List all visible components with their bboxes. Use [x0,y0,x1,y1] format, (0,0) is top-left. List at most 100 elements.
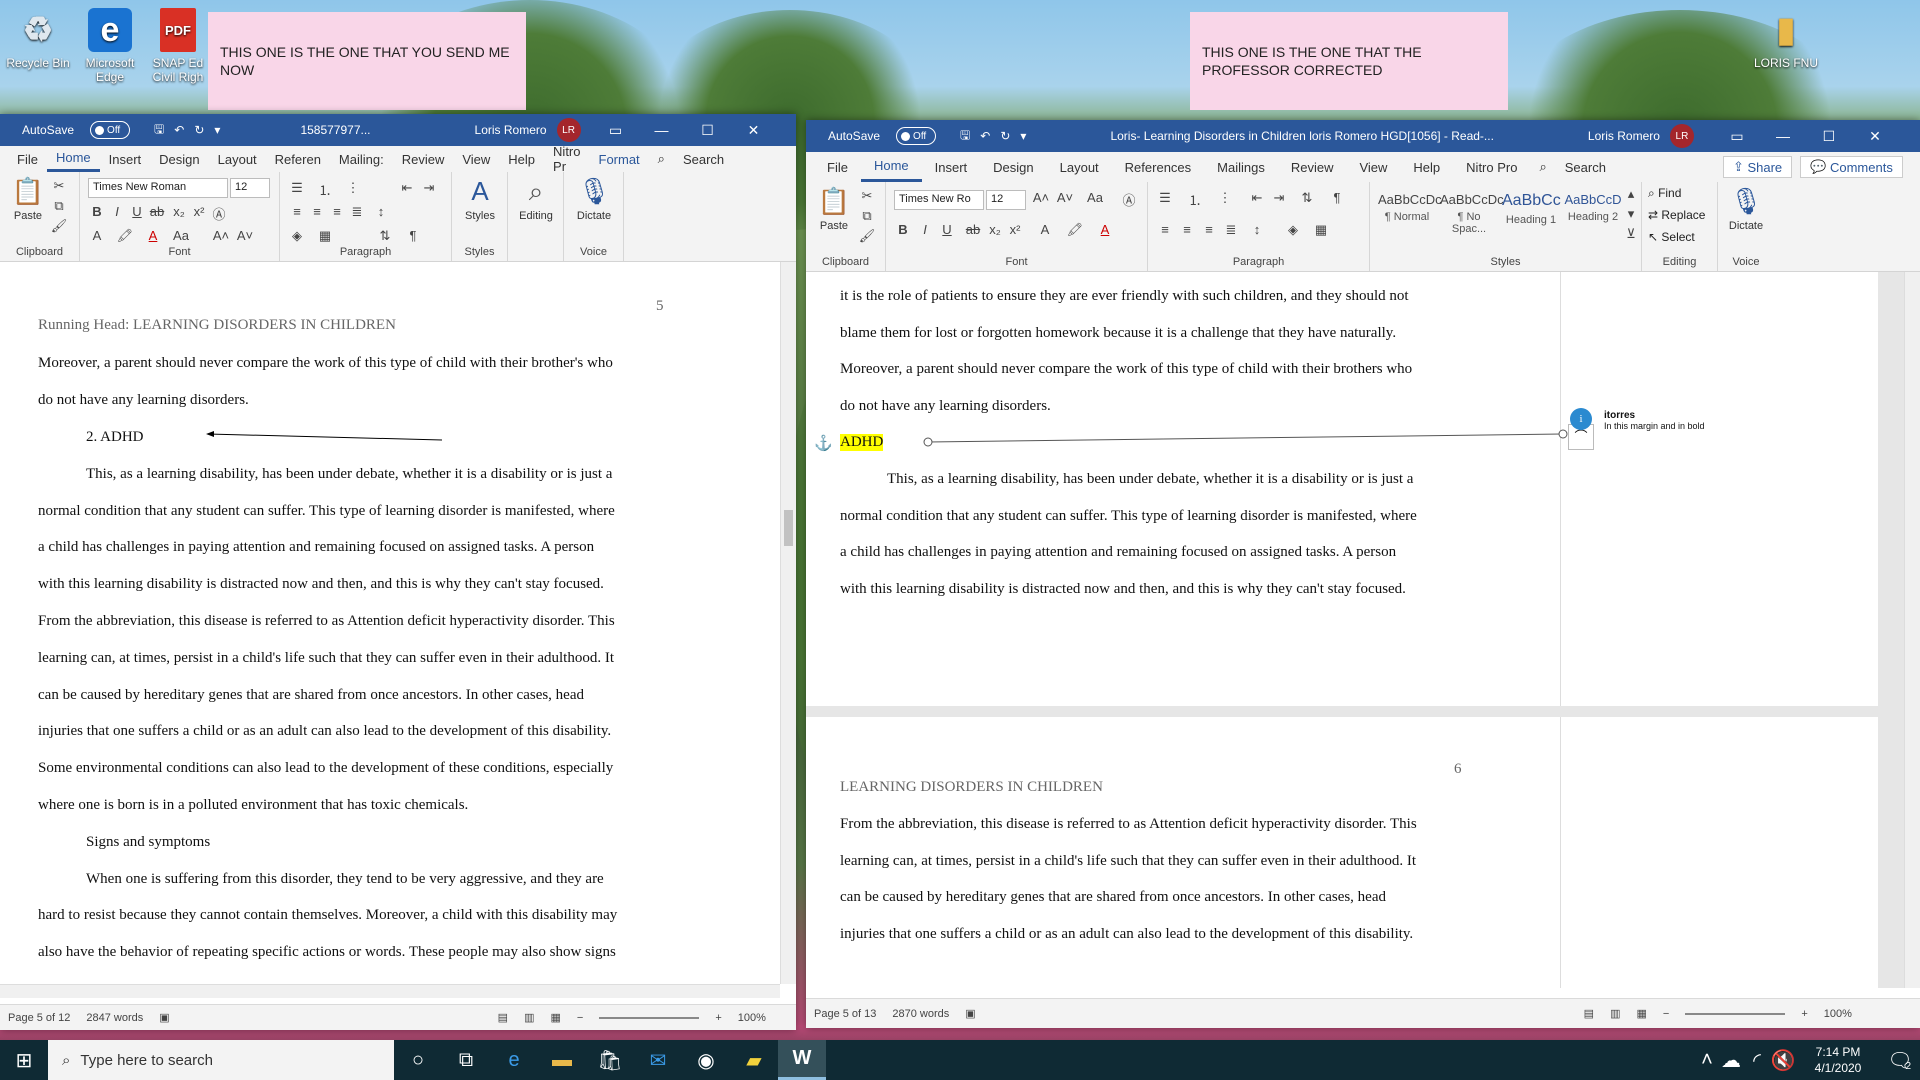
numbering-icon[interactable]: ⒈ [316,180,334,199]
bold-icon[interactable]: B [894,222,912,237]
tab-file[interactable]: File [8,146,47,172]
horizontal-scrollbar[interactable] [0,984,780,998]
word-count[interactable]: 2847 words [86,1012,143,1024]
zoom-slider[interactable] [1685,1012,1786,1015]
dictate-button[interactable]: 🎙 Dictate [1720,186,1772,232]
print-layout-icon[interactable]: ▥ [524,1011,534,1024]
word-count[interactable]: 2870 words [892,1008,949,1020]
autosave-toggle[interactable]: Off [90,121,131,139]
proofing-icon[interactable]: ▣ [965,1007,975,1020]
shrink-font-icon[interactable]: A˅ [1056,190,1074,205]
font-name-box[interactable]: Times New Roman [88,178,228,198]
styles-scroll-up-icon[interactable]: ▴ [1622,186,1640,202]
tab-home[interactable]: Home [860,152,922,182]
close-icon[interactable]: ✕ [1852,120,1898,152]
web-layout-icon[interactable]: ▦ [550,1011,560,1024]
save-icon[interactable]: 🖫 [154,120,164,141]
cut-icon[interactable]: ✂ [50,178,68,194]
vertical-scrollbar[interactable] [780,262,796,984]
tab-references[interactable]: Referen [266,146,330,172]
read-mode-icon[interactable]: ▤ [498,1011,508,1024]
paste-button[interactable]: 📋 Paste [8,176,48,222]
bullets-icon[interactable]: ☰ [288,180,306,196]
align-left-icon[interactable]: ≡ [1156,222,1174,237]
sticky-notes-icon[interactable]: ▰ [730,1040,778,1080]
task-view-icon[interactable]: ⧉ [442,1040,490,1080]
zoom-in-icon[interactable]: + [715,1012,721,1024]
tab-format[interactable]: Format [590,146,649,172]
desktop-icon-recycle-bin[interactable]: ♻ Recycle Bin [0,8,76,70]
font-size-box[interactable]: 12 [230,178,270,198]
font-color-icon[interactable]: A [144,228,162,243]
tab-help[interactable]: Help [1400,152,1453,182]
zoom-level[interactable]: 100% [1824,1008,1852,1020]
tab-help[interactable]: Help [499,146,544,172]
comment-card[interactable]: itorres In this margin and in bold [1604,410,1705,431]
decrease-indent-icon[interactable]: ⇤ [1248,190,1266,206]
avatar[interactable]: LR [1669,124,1694,148]
find-button[interactable]: ⌕ Find [1648,186,1681,201]
notification-center-icon[interactable]: 🗨 2 [1880,1040,1920,1080]
store-icon[interactable]: 🛍 [586,1040,634,1080]
bullets-icon[interactable]: ☰ [1156,190,1174,206]
onedrive-icon[interactable]: ☁ [1718,1040,1744,1080]
subscript-icon[interactable]: x₂ [986,222,1004,237]
tab-review[interactable]: Review [1278,152,1347,182]
font-size-box[interactable]: 12 [986,190,1026,210]
tab-layout[interactable]: Layout [1047,152,1112,182]
tab-nitro[interactable]: Nitro Pro [1453,152,1530,182]
copy-icon[interactable]: ⧉ [858,208,876,224]
text-effects-icon[interactable]: A [1036,222,1054,237]
copy-icon[interactable]: ⧉ [50,198,68,214]
paste-button[interactable]: 📋 Paste [812,186,856,232]
ribbon-display-icon[interactable]: ▭ [593,114,639,146]
minimize-icon[interactable]: — [1760,120,1806,152]
select-button[interactable]: ↖ Select [1648,230,1695,244]
text-effects-icon[interactable]: A [88,228,106,243]
sticky-note-left[interactable]: THIS ONE IS THE ONE THAT YOU SEND ME NOW [208,12,526,110]
show-marks-icon[interactable]: ¶ [1328,190,1346,205]
maximize-icon[interactable]: ☐ [1806,120,1852,152]
grow-font-icon[interactable]: A˄ [1032,190,1050,205]
tab-references[interactable]: References [1112,152,1204,182]
style-heading-2[interactable]: AaBbCcD Heading 2 [1564,186,1622,234]
zoom-in-icon[interactable]: + [1801,1008,1807,1020]
tab-insert[interactable]: Insert [100,146,151,172]
tab-view[interactable]: View [1346,152,1400,182]
clear-formatting-icon[interactable]: Ⓐ [210,204,228,223]
tab-insert[interactable]: Insert [922,152,981,182]
cut-icon[interactable]: ✂ [858,188,876,204]
styles-scroll-down-icon[interactable]: ▾ [1622,206,1640,222]
clear-formatting-icon[interactable]: Ⓐ [1120,190,1138,209]
start-button[interactable]: ⊞ [0,1040,48,1080]
page-count[interactable]: Page 5 of 12 [8,1012,70,1024]
subscript-icon[interactable]: x₂ [170,204,188,219]
vertical-scrollbar[interactable] [1904,272,1920,988]
desktop-icon-edge[interactable]: e Microsoft Edge [72,8,148,84]
superscript-icon[interactable]: x² [190,204,208,219]
tab-review[interactable]: Review [393,146,454,172]
sticky-note-right[interactable]: THIS ONE IS THE ONE THAT THE PROFESSOR C… [1190,12,1508,110]
increase-indent-icon[interactable]: ⇥ [420,180,438,196]
redo-icon[interactable]: ↻ [194,123,204,137]
style-heading-1[interactable]: AaBbCc Heading 1 [1502,186,1561,234]
mail-icon[interactable]: ✉ [634,1040,682,1080]
align-center-icon[interactable]: ≡ [308,204,326,219]
change-case-icon[interactable]: Aa [1086,190,1104,205]
align-right-icon[interactable]: ≡ [328,204,346,219]
word-taskbar-icon[interactable]: W [778,1040,826,1080]
desktop-icon-folder[interactable]: ▮ LORIS FNU [1748,8,1824,70]
save-icon[interactable]: 🖫 [960,126,970,147]
italic-icon[interactable]: I [916,222,934,237]
zoom-slider[interactable] [599,1016,700,1019]
format-painter-icon[interactable]: 🖌 [858,228,876,244]
web-layout-icon[interactable]: ▦ [1636,1007,1646,1020]
align-left-icon[interactable]: ≡ [288,204,306,219]
multilevel-list-icon[interactable]: ⋮ [344,180,362,196]
highlight-icon[interactable]: 🖍 [1066,222,1084,238]
tab-layout[interactable]: Layout [209,146,266,172]
tab-design[interactable]: Design [150,146,208,172]
justify-icon[interactable]: ≣ [348,204,366,220]
tab-design[interactable]: Design [980,152,1046,182]
dictate-button[interactable]: 🎙 Dictate [568,176,620,222]
